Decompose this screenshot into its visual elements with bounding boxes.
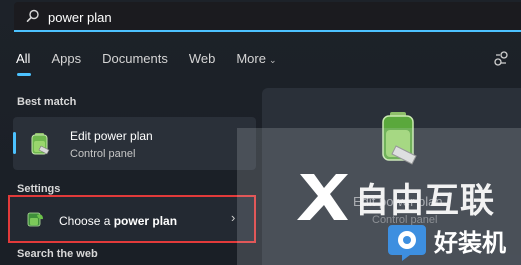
search-tabs: All Apps Documents Web More ⌄ <box>16 51 298 76</box>
chevron-right-icon: › <box>231 210 236 225</box>
settings-result-choose-power-plan[interactable]: Choose a power plan › <box>8 195 256 243</box>
best-match-heading: Best match <box>17 96 77 108</box>
search-web-heading: Search the web <box>17 248 98 260</box>
best-match-title-prefix: Edit <box>70 129 95 143</box>
selection-indicator <box>13 132 16 154</box>
settings-result-label: Choose a power plan <box>59 214 177 228</box>
chevron-down-icon: ⌄ <box>268 55 277 65</box>
watermark-text: 自由互联 <box>355 181 495 221</box>
tab-all[interactable]: All <box>16 51 32 76</box>
watermark-logo-text: 好装机 <box>434 229 506 257</box>
best-match-subtitle: Control panel <box>70 148 136 160</box>
search-input[interactable] <box>48 6 498 28</box>
settings-result-label-bold: power plan <box>113 214 178 228</box>
tab-more-label: More <box>236 51 266 66</box>
battery-plug-icon <box>31 133 50 155</box>
start-search-panel: All Apps Documents Web More⌄ Best match … <box>0 0 521 265</box>
share-icon[interactable] <box>492 50 510 68</box>
settings-result-label-prefix: Choose a <box>59 214 114 228</box>
search-icon <box>26 9 39 22</box>
best-match-title: Edit power plan <box>70 129 153 143</box>
watermark-x-logo-icon <box>297 174 348 220</box>
settings-heading: Settings <box>17 183 61 195</box>
best-match-item[interactable]: Edit power plan Control panel <box>13 117 256 170</box>
battery-leaf-icon <box>27 212 43 227</box>
search-bar[interactable] <box>14 2 521 32</box>
tab-more[interactable]: More ⌄ <box>236 51 276 75</box>
tab-apps[interactable]: Apps <box>51 51 81 75</box>
tab-documents[interactable]: Documents <box>102 51 168 75</box>
tab-web[interactable]: Web <box>189 51 216 75</box>
best-match-title-bold: power plan <box>94 129 153 143</box>
watermark-badge-icon <box>388 225 426 261</box>
